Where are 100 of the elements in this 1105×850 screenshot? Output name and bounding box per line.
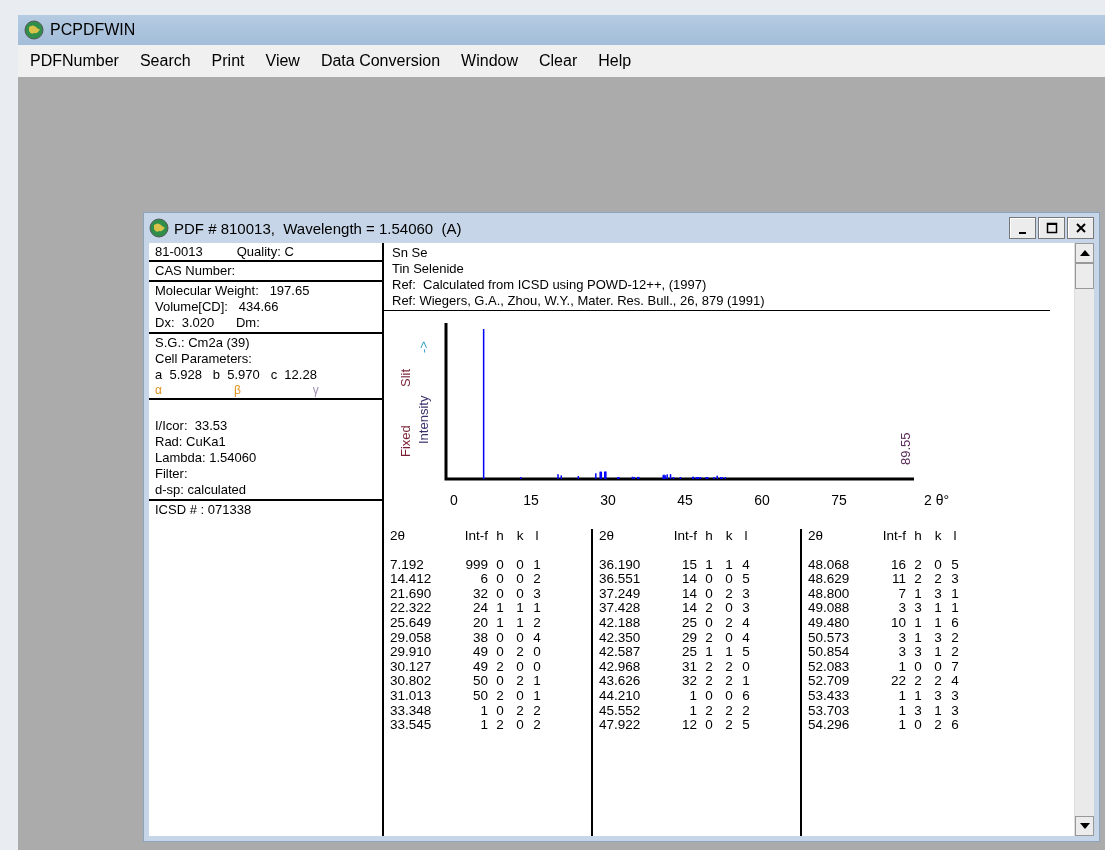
experiment-line: I/Icor: 33.53 [155, 418, 229, 434]
table-cell-text: 31.013 [390, 688, 433, 704]
table-cell-text: 4 [741, 615, 751, 631]
table-cell-text: 10 [889, 615, 906, 631]
up-arrow-icon [1079, 250, 1090, 256]
table-cell-text: 2 [704, 630, 714, 646]
table-cell-text: 2 [933, 572, 943, 587]
column-header: l [534, 529, 540, 544]
table-cell-text: 1 [688, 688, 697, 704]
table-cell-text: 14 [680, 586, 697, 602]
table-cell-text: 36.551 [599, 572, 642, 587]
table-cell-text: 0 [913, 659, 923, 675]
table-cell-text: 1 [897, 659, 906, 675]
menu-item[interactable]: Data Conversion [320, 52, 441, 70]
table-cell-text: 0 [724, 572, 734, 587]
down-arrow-icon [1079, 823, 1090, 829]
table-cell-text: 0 [495, 557, 505, 573]
table-cell-text: 42.968 [599, 659, 642, 675]
table-cell-text: 49 [471, 645, 488, 660]
axis-label: Fixed [398, 425, 413, 457]
table-cell-text: 3 [933, 688, 943, 704]
column-header: k [515, 529, 525, 544]
table-cell-text: 0 [515, 557, 525, 573]
maximize-icon [1045, 222, 1058, 234]
table-cell-text: 2 [532, 703, 542, 719]
table-cell-text: 16 [889, 557, 906, 573]
column-header: Int-f [672, 529, 697, 544]
table-cell-text: 44.210 [599, 688, 642, 704]
table-cell-text: 12 [680, 718, 697, 733]
table-cell-text: 29.058 [390, 630, 433, 646]
table-cell-text: 53.703 [808, 703, 851, 719]
header-line: Ref: Calculated from ICSD using POWD-12++, (1997) [392, 277, 708, 293]
table-cell-text: 1 [913, 615, 923, 631]
table-cell-text: 3 [913, 703, 923, 719]
table-cell-text: 2 [724, 615, 734, 631]
minimize-icon [1019, 231, 1026, 234]
scroll-up-button[interactable] [1075, 243, 1094, 263]
table-cell-text: 5 [950, 557, 960, 573]
scroll-thumb[interactable] [1075, 263, 1094, 289]
menu-item[interactable]: Clear [539, 52, 578, 70]
menu-item[interactable]: Help [598, 52, 632, 70]
table-cell-text: 29.910 [390, 645, 433, 660]
table-cell-text: 2 [532, 718, 542, 733]
table-cell-text: 50 [471, 688, 488, 704]
table-cell-text: 25 [680, 615, 697, 631]
table-cell-text: 14 [680, 572, 697, 587]
table-cell-text: 1 [913, 586, 923, 602]
table-cell-text: 6 [479, 572, 488, 587]
table-cell-text: 3 [532, 586, 542, 602]
table-cell-text: 4 [532, 630, 542, 646]
experiment-line: d-sp: calculated [155, 482, 248, 498]
table-cell-text: 1 [741, 674, 751, 689]
table-cell-text: 3 [741, 601, 751, 616]
table-cell-text: 2 [495, 688, 505, 704]
table-cell-text: 0 [495, 630, 505, 646]
table-cell-text: 1 [704, 557, 714, 573]
table-cell-text: 2 [913, 572, 923, 587]
minimize-button[interactable] [1009, 217, 1036, 239]
scroll-down-button[interactable] [1075, 816, 1094, 836]
table-cell-text: 33.545 [390, 718, 433, 733]
table-cell-text: 24 [471, 601, 488, 616]
table-cell-text: 1 [897, 718, 906, 733]
menu-item[interactable]: Search [139, 52, 191, 70]
table-cell-text: 2 [515, 703, 525, 719]
table-cell-text: 30.127 [390, 659, 433, 675]
table-cell-text: 3 [933, 630, 943, 646]
table-cell-text: 5 [741, 645, 751, 660]
table-cell-text: 0 [724, 601, 734, 616]
table-cell-text: 49.480 [808, 615, 851, 631]
table-cell-text: 1 [913, 688, 923, 704]
table-cell-text: 1 [897, 688, 906, 704]
column-header: 2θ [808, 529, 825, 544]
menu-item[interactable]: View [265, 52, 300, 70]
angle-label: γ [312, 383, 319, 397]
table-cell-text: 0 [724, 630, 734, 646]
table-cell-text: 999 [464, 557, 488, 573]
table-cell-text: 2 [532, 572, 542, 587]
table-cell-text: 0 [704, 718, 714, 733]
menu-item[interactable]: Window [461, 52, 518, 70]
table-cell-text: 48.800 [808, 586, 851, 602]
table-cell-text: 0 [515, 688, 525, 704]
cell-line: a 5.928 b 5.970 c 12.28 [155, 367, 318, 383]
table-cell-text: 1 [724, 557, 734, 573]
vertical-scrollbar[interactable] [1074, 243, 1094, 836]
experiment-line: Filter: [155, 466, 189, 482]
column-header: Int-f [881, 529, 906, 544]
axis-label: -> [416, 341, 431, 353]
table-cell-text: 3 [741, 586, 751, 602]
close-button[interactable] [1067, 217, 1094, 239]
column-header: 2θ [390, 529, 407, 544]
menu-item[interactable]: Print [211, 52, 245, 70]
table-cell-text: 42.350 [599, 630, 642, 646]
maximize-button[interactable] [1038, 217, 1065, 239]
tick-label: 60 [754, 492, 770, 508]
table-cell-text: 0 [515, 659, 525, 675]
table-cell-text: 1 [495, 615, 505, 631]
menu-item[interactable]: PDFNumber [30, 52, 119, 70]
table-cell-text: 0 [495, 586, 505, 602]
table-cell-text: 37.249 [599, 586, 642, 602]
table-cell-text: 3 [950, 703, 960, 719]
